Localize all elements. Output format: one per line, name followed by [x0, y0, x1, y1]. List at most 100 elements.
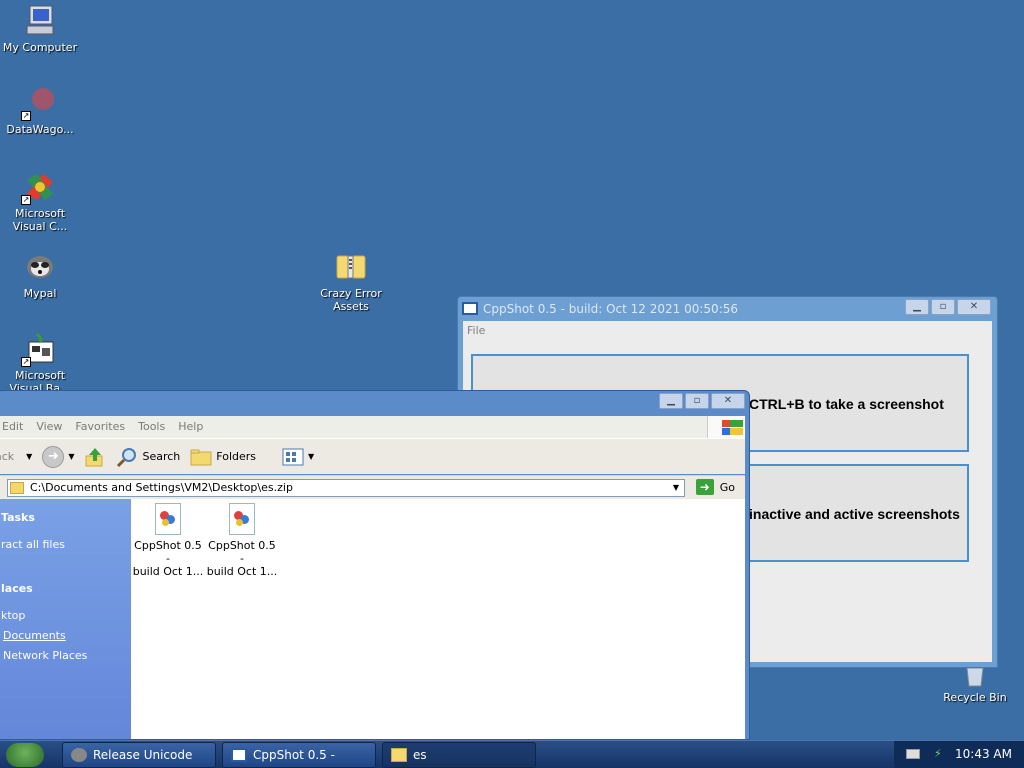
desktop-icon-datawagon[interactable]: ↗ DataWago...	[0, 86, 80, 136]
zip-folder-icon	[10, 482, 24, 494]
up-folder-button[interactable]	[84, 446, 106, 468]
exe-file-icon	[229, 503, 255, 535]
clock[interactable]: 10:43 AM	[955, 747, 1012, 761]
task-label: Release Unicode an...	[93, 748, 193, 762]
desktop-icon-recycle-bin[interactable]: Recycle Bin	[935, 667, 1015, 704]
task-label: es	[413, 748, 427, 762]
desktop-icon-label: DataWago...	[6, 123, 74, 136]
datawagon-icon: ↗	[21, 86, 57, 121]
folders-label: Folders	[216, 450, 257, 463]
shortcut-arrow-icon: ↗	[21, 195, 31, 205]
cppshot-menu-bar: File	[463, 321, 992, 341]
windows-flag-icon	[707, 416, 745, 438]
zip-folder-icon	[334, 250, 368, 284]
window-app-icon	[231, 748, 247, 762]
minimize-button[interactable]: ▁	[659, 393, 683, 409]
system-tray: ⚡ 10:43 AM	[894, 741, 1024, 768]
views-button[interactable]: ▼	[282, 448, 314, 466]
visual-basic-icon: ↗	[21, 332, 57, 367]
places-heading[interactable]: laces	[1, 582, 33, 595]
desktop-icon-mypal[interactable]: Mypal	[0, 250, 80, 300]
zip-folder-icon	[391, 748, 407, 762]
tasks-heading[interactable]: Tasks	[1, 511, 35, 524]
go-button[interactable]: ➜ Go	[695, 479, 735, 495]
folder-icon	[190, 449, 212, 465]
exe-file-icon	[155, 503, 181, 535]
menu-view[interactable]: View	[31, 416, 70, 438]
search-label: Search	[142, 450, 181, 463]
forward-button[interactable]: ➜ ▼	[42, 445, 74, 468]
desktop-link[interactable]: ktop	[1, 609, 25, 622]
menu-tools[interactable]: Tools	[133, 416, 173, 438]
network-icon[interactable]: ⚡	[934, 747, 948, 761]
menu-help[interactable]: Help	[173, 416, 211, 438]
explorer-title-bar[interactable]: ▁ ▫ ✕	[0, 391, 749, 415]
task-label: CppShot 0.5 - build:...	[253, 748, 335, 762]
window-title: CppShot 0.5 - build: Oct 12 2021 00:50:5…	[483, 302, 738, 316]
back-label: ack	[0, 450, 15, 463]
keyboard-icon[interactable]	[906, 749, 920, 759]
recycle-bin-icon	[958, 667, 992, 688]
button-label: inactive and active screenshots	[749, 506, 960, 522]
taskbar: Release Unicode an... CppShot 0.5 - buil…	[0, 740, 1024, 768]
extract-all-link[interactable]: ract all files	[1, 538, 65, 551]
search-button[interactable]: Search	[116, 446, 180, 468]
computer-icon	[23, 4, 57, 38]
taskbar-item-es[interactable]: es	[382, 742, 536, 768]
visual-c-icon: ↗	[21, 170, 57, 205]
desktop-icon-my-computer[interactable]: My Computer	[0, 4, 80, 54]
task-pane: Tasks ract all files laces ktop Document…	[0, 499, 131, 739]
file-item[interactable]: CppShot 0.5 - build Oct 1...	[205, 503, 279, 578]
desktop-icon-label: Recycle Bin	[943, 691, 1007, 704]
window-app-icon	[462, 302, 478, 315]
shortcut-arrow-icon: ↗	[21, 357, 31, 367]
taskbar-item-cppshot[interactable]: CppShot 0.5 - build:...	[222, 742, 376, 768]
explorer-toolbar: ack ▼ ➜ ▼ Search Folders ▼	[0, 438, 745, 474]
explorer-window[interactable]: ▁ ▫ ✕ Edit View Favorites Tools Help ack…	[0, 390, 750, 740]
minimize-button[interactable]: ▁	[905, 299, 929, 315]
file-name-line1: CppShot 0.5 -	[208, 539, 276, 565]
desktop-icon-label: Crazy Error Assets	[320, 287, 382, 313]
up-arrow-icon	[85, 447, 103, 466]
chevron-down-icon[interactable]: ▼	[26, 452, 32, 461]
back-button[interactable]: ack ▼	[0, 450, 32, 463]
desktop-icon-ms-visual-c[interactable]: ↗ Microsoft Visual C...	[0, 170, 80, 233]
maximize-button[interactable]: ▫	[685, 393, 709, 409]
maximize-button[interactable]: ▫	[931, 299, 955, 315]
desktop-icon-label: Microsoft Visual C...	[12, 207, 68, 233]
start-button[interactable]	[6, 743, 44, 767]
file-name-line2: build Oct 1...	[132, 565, 204, 578]
address-bar: C:\Documents and Settings\VM2\Desktop\es…	[0, 475, 745, 499]
views-grid-icon	[282, 448, 304, 465]
address-text: C:\Documents and Settings\VM2\Desktop\es…	[30, 481, 293, 494]
taskbar-item-release[interactable]: Release Unicode an...	[62, 742, 216, 768]
folders-button[interactable]: Folders	[190, 447, 256, 467]
close-button[interactable]: ✕	[957, 299, 991, 315]
desktop-icon-crazy-error-assets[interactable]: Crazy Error Assets	[311, 250, 391, 313]
raccoon-icon	[23, 250, 57, 284]
chevron-down-icon[interactable]: ▼	[68, 452, 74, 461]
go-arrow-icon: ➜	[695, 479, 714, 495]
menu-edit[interactable]: Edit	[0, 416, 31, 438]
menu-file[interactable]: File	[467, 324, 485, 337]
desktop-icon-label: My Computer	[2, 41, 78, 54]
go-label: Go	[719, 480, 735, 494]
file-item[interactable]: CppShot 0.5 - build Oct 1...	[131, 503, 205, 578]
forward-arrow-icon: ➜	[42, 445, 65, 468]
file-name-line1: CppShot 0.5 -	[134, 539, 202, 565]
desktop-icon-ms-visual-basic[interactable]: ↗ Microsoft Visual Ba...	[0, 332, 80, 395]
close-button[interactable]: ✕	[711, 393, 745, 409]
button-label: CTRL+B to take a screenshot	[749, 396, 944, 412]
explorer-menu-bar: Edit View Favorites Tools Help	[0, 416, 745, 438]
file-name-line2: build Oct 1...	[206, 565, 278, 578]
shortcut-arrow-icon: ↗	[21, 111, 31, 121]
chevron-down-icon: ▼	[308, 452, 315, 461]
network-places-link[interactable]: Network Places	[3, 649, 87, 662]
chevron-down-icon[interactable]: ▼	[668, 480, 684, 496]
file-list: CppShot 0.5 - build Oct 1... CppShot 0.5…	[131, 499, 745, 739]
cppshot-title-bar[interactable]: CppShot 0.5 - build: Oct 12 2021 00:50:5…	[458, 297, 997, 321]
menu-favorites[interactable]: Favorites	[70, 416, 133, 438]
search-icon	[117, 447, 137, 467]
documents-link[interactable]: Documents	[3, 629, 66, 642]
address-input[interactable]: C:\Documents and Settings\VM2\Desktop\es…	[7, 479, 685, 497]
